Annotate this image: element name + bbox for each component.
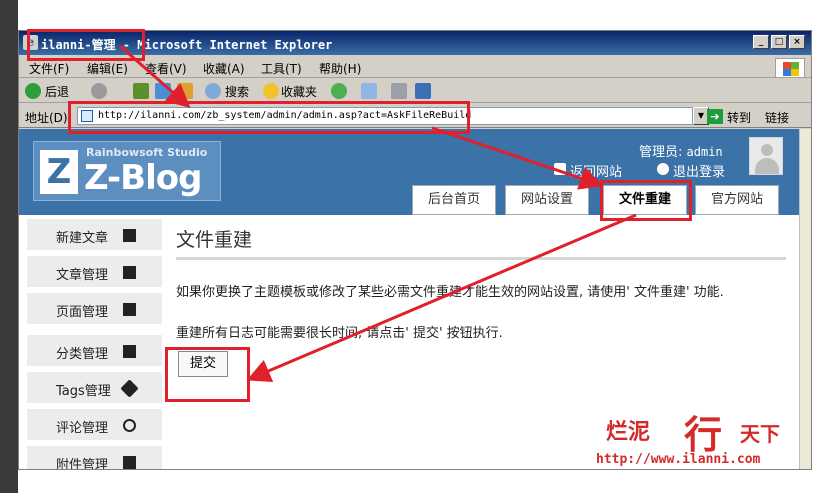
search-button-label[interactable]: 搜索	[225, 83, 249, 100]
return-site-icon	[554, 163, 566, 175]
sidebar-item-label: 新建文章	[56, 231, 109, 246]
watermark-text-left: 烂泥	[606, 419, 651, 445]
page-icon	[123, 303, 136, 316]
refresh-icon[interactable]	[155, 83, 171, 99]
minimize-icon[interactable]: _	[753, 35, 769, 49]
go-arrow-icon[interactable]: ➔	[707, 109, 723, 124]
tag-icon	[120, 379, 139, 398]
window-controls: _ □ ×	[753, 35, 805, 49]
desktop-background-strip	[0, 0, 18, 493]
search-icon[interactable]	[205, 83, 221, 99]
mail-icon[interactable]	[361, 83, 377, 99]
menu-view[interactable]: 查看(V)	[145, 60, 187, 77]
tab-admin-home[interactable]: 后台首页	[412, 185, 496, 215]
admin-info: 管理员: admin	[639, 141, 723, 160]
close-icon[interactable]: ×	[789, 35, 805, 49]
sidebar-item-new-post[interactable]: 新建文章	[27, 219, 162, 251]
comment-icon	[123, 419, 136, 432]
go-button-label[interactable]: 转到	[727, 109, 751, 126]
sidebar-item-label: 文章管理	[56, 268, 109, 283]
sidebar-item-label: 页面管理	[56, 305, 109, 320]
menu-tools[interactable]: 工具(T)	[261, 60, 302, 77]
watermark: 烂泥 行 天下 http://www.ilanni.com	[596, 412, 806, 474]
folder-icon	[123, 345, 136, 358]
logo-title: Z-Blog	[84, 158, 202, 198]
maximize-icon[interactable]: □	[771, 35, 787, 49]
address-label: 地址(D)	[25, 111, 68, 125]
watermark-text-big: 行	[684, 412, 723, 457]
rebuild-instruction: 重建所有日志可能需要很长时间, 请点击' 提交' 按钮执行.	[176, 326, 503, 341]
new-post-icon	[123, 229, 136, 242]
sidebar-item-label: Tags管理	[56, 384, 111, 399]
sidebar-item-label: 附件管理	[56, 458, 109, 469]
book-icon	[123, 266, 136, 279]
menu-edit[interactable]: 编辑(E)	[87, 60, 128, 77]
history-icon[interactable]	[331, 83, 347, 99]
logout-icon	[657, 163, 669, 175]
watermark-text-right: 天下	[740, 422, 780, 446]
back-arrow-icon[interactable]	[25, 83, 41, 99]
favorites-button-label[interactable]: 收藏夹	[281, 83, 317, 100]
favorites-star-icon[interactable]	[263, 83, 279, 99]
logout-link[interactable]: 退出登录	[673, 161, 725, 180]
return-site-link[interactable]: 返回网站	[570, 161, 622, 180]
title-divider	[176, 257, 786, 260]
tab-official-site[interactable]: 官方网站	[695, 185, 779, 215]
sidebar-item-tags-manage[interactable]: Tags管理	[27, 372, 162, 404]
highlight-submit-button	[165, 347, 250, 402]
windows-logo-icon	[775, 58, 805, 78]
menu-favorites[interactable]: 收藏(A)	[203, 60, 245, 77]
stop-icon[interactable]	[133, 83, 149, 99]
home-icon[interactable]	[177, 83, 193, 99]
watermark-url: http://www.ilanni.com	[596, 452, 761, 467]
sidebar: 新建文章 文章管理 页面管理 分类管理 Tags管理 评论管理 附件管理	[19, 215, 162, 469]
sidebar-item-comment-manage[interactable]: 评论管理	[27, 409, 162, 441]
highlight-address-url	[68, 101, 470, 134]
highlight-window-title	[27, 29, 145, 61]
sidebar-item-label: 评论管理	[56, 421, 109, 436]
avatar	[749, 137, 783, 175]
menu-file[interactable]: 文件(F)	[29, 60, 69, 77]
admin-label: 管理员:	[639, 145, 683, 160]
rebuild-description: 如果你更换了主题模板或修改了某些必需文件重建才能生效的网站设置, 请使用' 文件…	[176, 285, 724, 300]
highlight-file-rebuild-tab	[600, 180, 692, 221]
zblog-logo[interactable]: Z Rainbowsoft Studio Z-Blog	[33, 141, 221, 201]
menu-help[interactable]: 帮助(H)	[319, 60, 361, 77]
sidebar-item-attachment-manage[interactable]: 附件管理	[27, 446, 162, 469]
logo-z-icon: Z	[40, 150, 78, 194]
sidebar-item-label: 分类管理	[56, 347, 109, 362]
sidebar-item-post-manage[interactable]: 文章管理	[27, 256, 162, 288]
attachment-icon	[123, 456, 136, 469]
back-button-label[interactable]: 后退	[45, 83, 69, 100]
links-label[interactable]: 链接	[765, 109, 789, 126]
tab-site-settings[interactable]: 网站设置	[505, 185, 589, 215]
sidebar-item-page-manage[interactable]: 页面管理	[27, 293, 162, 325]
standard-toolbar: 后退 搜索 收藏夹	[19, 79, 811, 103]
forward-arrow-icon[interactable]	[91, 83, 107, 99]
print-icon[interactable]	[391, 83, 407, 99]
sidebar-item-category-manage[interactable]: 分类管理	[27, 335, 162, 367]
admin-name: admin	[686, 145, 723, 159]
screenshot-stage: e ilanni-管理 - Microsoft Internet Explore…	[0, 0, 835, 493]
page-title: 文件重建	[176, 229, 253, 251]
edit-page-icon[interactable]	[415, 83, 431, 99]
